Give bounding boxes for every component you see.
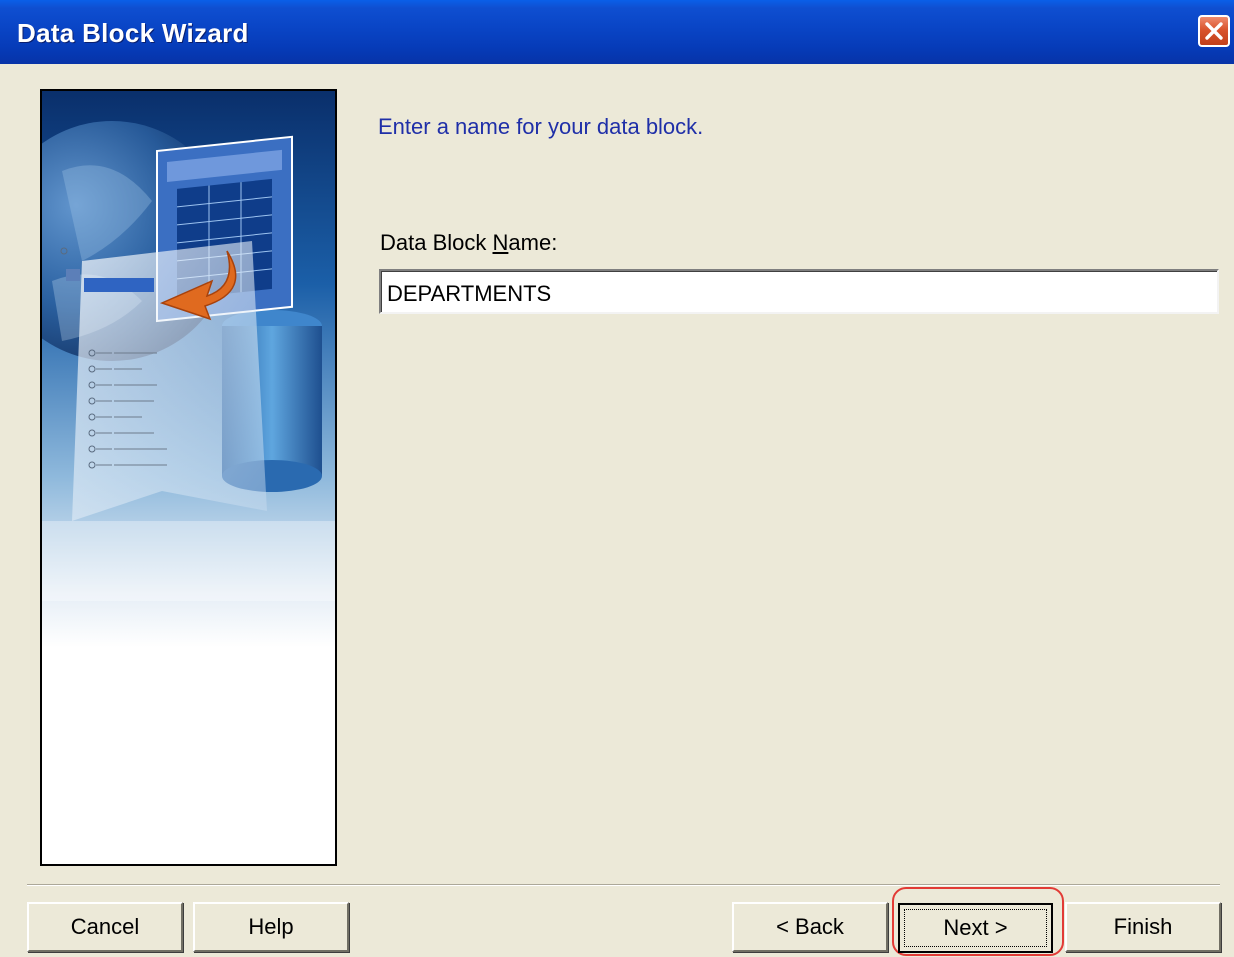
cancel-button[interactable]: Cancel <box>27 902 183 952</box>
data-block-name-label: Data Block Name: <box>380 230 557 256</box>
button-separator <box>27 884 1220 886</box>
data-block-name-input[interactable] <box>379 269 1219 314</box>
finish-button[interactable]: Finish <box>1065 902 1221 952</box>
window-title: Data Block Wizard <box>17 18 249 48</box>
focus-rectangle <box>904 909 1047 947</box>
label-text-post: ame: <box>508 230 558 255</box>
wizard-illustration-icon <box>42 91 335 864</box>
close-button[interactable] <box>1198 15 1230 47</box>
wizard-prompt: Enter a name for your data block. <box>378 114 704 139</box>
title-bar[interactable]: Data Block Wizard <box>0 0 1234 64</box>
next-button[interactable]: Next > <box>898 903 1053 953</box>
back-button[interactable]: < Back <box>732 902 888 952</box>
label-text-pre: Data Block <box>380 230 493 255</box>
label-accelerator: N <box>492 230 509 255</box>
help-button[interactable]: Help <box>193 902 349 952</box>
wizard-banner-image <box>40 89 337 866</box>
close-icon <box>1205 22 1223 40</box>
